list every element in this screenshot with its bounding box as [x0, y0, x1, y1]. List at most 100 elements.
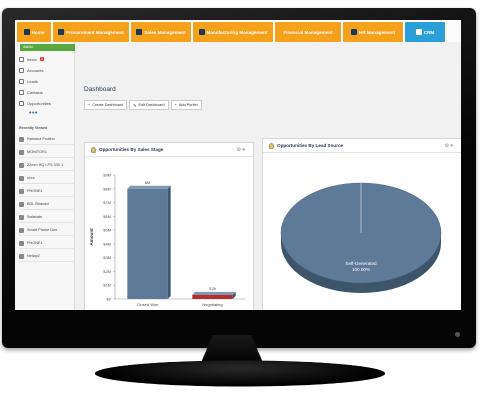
add-portlet-button[interactable]: + Add Portlet	[170, 100, 202, 110]
y-tick-label: $8M	[103, 186, 111, 191]
sidebar-item-leads[interactable]: Leads	[19, 76, 38, 86]
tab-sales[interactable]: Sales Management	[131, 22, 191, 42]
recent-item[interactable]: MONITOR1	[19, 147, 75, 158]
record-icon	[19, 201, 24, 207]
y-tick-label: $0	[107, 297, 112, 302]
tab-hr[interactable]: HR Management	[343, 22, 403, 42]
gear-icon[interactable]: ⚙ ▾	[445, 143, 453, 149]
bar-side	[167, 185, 171, 299]
lightbulb-icon	[91, 146, 96, 153]
screen: Home Procurement Management Sales Manage…	[15, 20, 461, 310]
tab-label: HR Management	[359, 29, 395, 35]
y-tick-label: $4M	[103, 241, 111, 246]
monitor-base	[89, 360, 391, 387]
contacts-icon	[19, 89, 24, 95]
plus-icon: +	[174, 103, 177, 107]
button-label: Create Dashboard	[92, 103, 124, 107]
recent-item-label: MONITOR1	[27, 150, 47, 154]
edit-dashboard-button[interactable]: ✎ Edit Dashboard	[129, 100, 169, 110]
bar	[127, 188, 168, 299]
y-axis-label: Amount	[89, 228, 94, 246]
recent-item-label: PHONE1	[27, 189, 43, 193]
top-nav: Home Procurement Management Sales Manage…	[15, 20, 461, 42]
x-tick-label: Closed Won	[137, 302, 159, 307]
data-label: 3.2k	[209, 286, 217, 291]
recent-item-label: PHONE1	[27, 241, 43, 245]
opportunities-icon	[19, 100, 24, 106]
tab-crm[interactable]: CRM	[405, 22, 445, 42]
bar-top	[127, 185, 171, 189]
recent-item[interactable]: Smart Phone Line	[19, 225, 75, 236]
sales-icon	[136, 29, 143, 35]
plus-icon: +	[88, 103, 91, 107]
data-label: 8M	[145, 180, 151, 185]
recent-item[interactable]: xxxx	[19, 173, 75, 184]
record-icon	[19, 162, 24, 168]
admin-bar[interactable]: Admin	[20, 44, 75, 51]
portlet-header: Opportunities By Lead Source ⚙ ▾	[263, 139, 461, 153]
sidebar-item-contacts[interactable]: Contacts	[19, 87, 43, 97]
portlet-sales-stage: Opportunities By Sales Stage ⚙ ▾ $0 $1M $2…	[84, 142, 254, 310]
tab-label: Manufacturing Management	[206, 29, 268, 35]
bar	[192, 294, 233, 299]
gear-icon[interactable]: ⚙ ▾	[237, 147, 245, 153]
recent-item[interactable]: 22mm HQ LPS 330 1	[19, 160, 75, 171]
sidebar-item-label: Contacts	[27, 89, 43, 95]
create-dashboard-button[interactable]: + Create Dashboard	[84, 100, 128, 110]
sidebar-item-label: Opportunities	[27, 100, 51, 106]
button-label: Edit Dashboard	[138, 103, 165, 107]
lightbulb-icon	[269, 142, 274, 149]
y-tick-label: $7M	[103, 200, 111, 205]
recent-item[interactable]: PHONE1	[19, 238, 75, 249]
more-button[interactable]: •••	[29, 110, 38, 117]
home-icon	[23, 29, 30, 35]
inbox-icon	[19, 56, 24, 62]
bar-top	[192, 291, 236, 295]
tab-manufacturing[interactable]: Manufacturing Management	[193, 22, 273, 42]
recent-item[interactable]: Ramana Prutthu	[19, 134, 75, 145]
recent-item-label: Smart Phone Line	[27, 228, 58, 232]
record-icon	[19, 175, 24, 181]
y-tick-label: $9M	[103, 173, 111, 178]
tab-label: Financial Management	[283, 29, 333, 35]
record-icon	[19, 227, 24, 233]
recent-item[interactable]: PHONE1	[19, 186, 75, 197]
sidebar-item-opportunities[interactable]: Opportunities	[19, 98, 51, 108]
power-indicator	[455, 332, 460, 337]
bar-chart: $0 $1M $2M $3M $4M $5M $6M $7M $8M $9M 8M Closed Wo…	[89, 173, 245, 307]
recent-item-label: xxxx	[27, 176, 35, 180]
y-tick-label: $2M	[103, 269, 111, 274]
pencil-icon: ✎	[133, 103, 137, 108]
sidebar-item-inbox[interactable]: Inbox 2	[19, 54, 44, 64]
recent-title: Recently Viewed	[19, 126, 48, 130]
recent-item[interactable]: Nellop2	[19, 251, 75, 262]
recent-item[interactable]: Sattelatn	[19, 212, 75, 223]
sidebar-item-label: Inbox	[27, 56, 37, 62]
record-icon	[19, 136, 24, 142]
y-tick-label: $6M	[103, 214, 111, 219]
tab-label: Home	[31, 29, 45, 35]
manufacturing-icon	[198, 29, 205, 35]
procurement-icon	[58, 29, 65, 35]
recent-item-label: Sattelatn	[27, 215, 42, 219]
leads-icon	[19, 78, 24, 84]
y-tick-label: $5M	[103, 228, 111, 233]
recent-item[interactable]: BDL Bhanavi	[19, 199, 75, 210]
main-area: Dashboard + Create Dashboard ✎ Edit Dashbo…	[76, 42, 461, 310]
tab-home[interactable]: Home	[17, 22, 51, 42]
recent-item-label: 22mm HQ LPS 330 1	[27, 163, 64, 167]
portlet-header: Opportunities By Sales Stage ⚙ ▾	[85, 143, 253, 157]
sidebar-item-accounts[interactable]: Accounts	[19, 65, 43, 75]
recent-item-label: Ramana Prutthu	[27, 137, 55, 141]
portlet-title: Opportunities By Lead Source	[277, 143, 344, 148]
tab-label: Sales Management	[144, 29, 186, 35]
tab-procurement[interactable]: Procurement Management	[53, 22, 129, 42]
portlet-title: Opportunities By Sales Stage	[99, 147, 164, 152]
pie-chart: Self-Generated100.00%	[280, 182, 442, 293]
portlet-lead-source: Opportunities By Lead Source ⚙ ▾ Self-Ge…	[262, 138, 461, 310]
record-icon	[19, 253, 24, 259]
button-label: Add Portlet	[178, 103, 198, 107]
tab-financial[interactable]: Financial Management	[275, 22, 341, 42]
tab-label: CRM	[423, 29, 435, 35]
dashboard-toolbar: + Create Dashboard ✎ Edit Dashboard + Add P…	[84, 100, 202, 110]
